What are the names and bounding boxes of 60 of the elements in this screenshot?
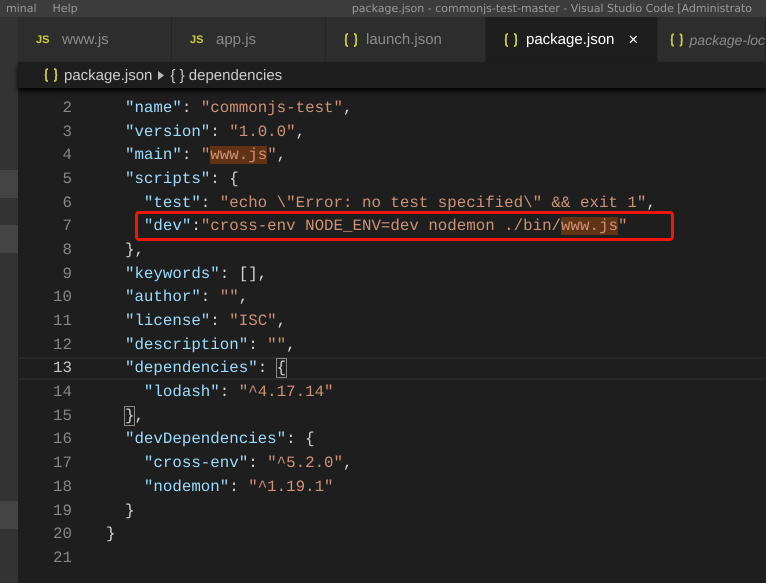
- line-number: 11: [52, 312, 72, 330]
- breadcrumb-item[interactable]: { } dependencies: [170, 66, 282, 84]
- code-line: "scripts": {: [124, 170, 239, 188]
- code-line: }: [124, 502, 134, 520]
- braces-icon: [44, 67, 58, 83]
- editor-tab[interactable]: package-loc: [658, 17, 766, 62]
- code-line: "dependencies": {: [124, 359, 286, 378]
- code-line: },: [124, 406, 144, 425]
- code-line: }: [106, 525, 116, 544]
- line-number: 14: [52, 383, 72, 402]
- line-number: 20: [52, 525, 72, 544]
- editor-tab[interactable]: JS app.js: [172, 17, 326, 62]
- line-number: 18: [52, 478, 72, 496]
- code-line: "keywords": [],: [124, 264, 268, 283]
- line-number: 21: [52, 548, 72, 567]
- code-line: },: [124, 240, 144, 259]
- braces-icon: [344, 32, 358, 48]
- code-line: "license": "ISC",: [124, 312, 286, 330]
- close-icon[interactable]: ×: [628, 30, 638, 50]
- code-line: "lodash": "^4.17.14": [142, 383, 334, 402]
- editor-tab[interactable]: JS www.js: [18, 17, 172, 62]
- code-line: "main": "www.js",: [124, 146, 286, 164]
- code-line: "devDependencies": {: [124, 430, 315, 448]
- line-number: 2: [62, 98, 72, 117]
- braces-icon: [504, 32, 518, 48]
- braces-icon: [670, 32, 684, 48]
- line-number: 6: [62, 194, 72, 212]
- menu-item[interactable]: minal: [6, 2, 37, 15]
- code-line: "description": "",: [124, 336, 296, 354]
- line-number: 5: [62, 170, 72, 188]
- js-file-icon: JS: [190, 34, 208, 46]
- line-number: 3: [62, 122, 72, 141]
- code-line: "test": "echo \"Error: no test specified\" && exit 1",: [142, 194, 656, 212]
- line-number: 10: [52, 288, 72, 306]
- line-number: 4: [62, 146, 72, 164]
- menu-item[interactable]: Help: [52, 2, 78, 15]
- code-line: "cross-env": "^5.2.0",: [142, 454, 352, 472]
- line-number: 19: [52, 502, 72, 520]
- sidebar-row-highlight: [0, 170, 18, 198]
- editor-tab[interactable]: package.json ×: [486, 17, 658, 62]
- line-number: 16: [52, 430, 72, 448]
- chevron-icon: [158, 70, 164, 80]
- code-line: "name": "commonjs-test",: [124, 98, 352, 117]
- editor-tab[interactable]: launch.json: [326, 17, 486, 62]
- line-number: 17: [52, 454, 72, 472]
- line-number: 8: [62, 240, 72, 259]
- line-number: 15: [52, 406, 72, 425]
- code-line: "author": "",: [124, 288, 248, 306]
- code-line: "nodemon": "^1.19.1": [142, 478, 334, 496]
- breadcrumb-item[interactable]: package.json: [64, 66, 152, 84]
- sidebar-row-highlight: [0, 501, 18, 529]
- line-number: 13: [52, 359, 72, 378]
- code-line: "dev":"cross-env NODE_ENV=dev nodemon ./bin/www.js": [144, 217, 628, 236]
- js-file-icon: JS: [36, 34, 54, 46]
- line-number: 7: [62, 217, 72, 236]
- window-title: package.json - commonjs-test-master - Visual Studio Code [Administrato: [352, 2, 752, 15]
- sidebar-row-highlight: [0, 225, 18, 253]
- line-number: 12: [52, 336, 72, 354]
- code-line: "version": "1.0.0",: [124, 122, 306, 141]
- line-number: 9: [62, 264, 72, 283]
